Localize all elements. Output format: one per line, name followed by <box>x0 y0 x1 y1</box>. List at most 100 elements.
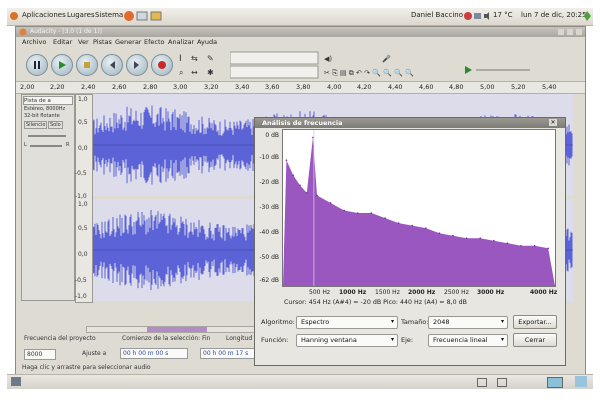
start-time-value: 00 h 00 m 00 s <box>123 350 169 357</box>
ruler-tick: 4,40 <box>388 83 403 91</box>
window-titlebar[interactable]: Audacity - [3.0 (1 de 1)] <box>16 27 585 37</box>
menu-generar[interactable]: Generar <box>115 38 141 46</box>
spectrum-point <box>329 202 332 204</box>
workspace-icon[interactable] <box>547 377 563 388</box>
y-tick-label: -30 dB <box>259 204 279 211</box>
menu-pistas[interactable]: Pistas <box>93 38 112 46</box>
stop-button[interactable] <box>76 54 98 76</box>
ruler-tick: 4,80 <box>449 83 464 91</box>
spectrum-point <box>292 174 294 177</box>
spectrum-point <box>479 237 481 239</box>
close-button[interactable]: Cerrar <box>513 333 557 347</box>
menu-editar[interactable]: Editar <box>53 38 72 46</box>
ruler-tick: 3,60 <box>265 83 280 91</box>
meter-toolbar[interactable] <box>230 51 320 79</box>
menu-efecto[interactable]: Efecto <box>144 38 165 46</box>
spectrum-plot[interactable] <box>282 129 556 287</box>
end-radio-label[interactable]: Fin <box>202 335 210 342</box>
foot-icon[interactable] <box>9 11 19 23</box>
project-rate-select[interactable]: 8000 <box>24 349 56 360</box>
ruler-tick: 3,40 <box>235 83 250 91</box>
leaf-icon[interactable] <box>583 10 592 24</box>
length-radio-label[interactable]: Longitud <box>226 335 252 342</box>
end-time-value: 00 h 00 m 17 s <box>203 350 249 357</box>
horizontal-scrollbar[interactable] <box>86 326 268 333</box>
menu-analizar[interactable]: Analizar <box>168 38 194 46</box>
axis-select[interactable]: Frecuencia lineal ▾ <box>428 334 508 347</box>
gain-slider[interactable] <box>28 135 66 137</box>
spectrum-point <box>306 192 308 194</box>
export-button[interactable]: Exportar... <box>513 315 557 329</box>
size-value: 2048 <box>433 318 450 326</box>
x-tick-label: 2500 Hz <box>444 289 469 296</box>
user-name[interactable]: Daniel Baccino <box>411 11 463 19</box>
menu-ver[interactable]: Ver <box>78 38 89 46</box>
size-select[interactable]: 2048 ▾ <box>428 316 508 329</box>
x-tick-label: 3000 Hz <box>477 289 505 296</box>
track-info-rate: Estéreo, 8000Hz <box>24 106 66 112</box>
frequency-analysis-dialog: Análisis de frecuencia ✕ 0 dB -10 dB -20… <box>254 117 566 366</box>
menu-ayuda[interactable]: Ayuda <box>197 38 217 46</box>
menu-applications[interactable]: Aplicaciones <box>22 11 66 19</box>
close-icon[interactable]: ✕ <box>549 119 557 126</box>
spectrum-point <box>452 234 454 237</box>
playback-speed-slider[interactable] <box>464 64 534 76</box>
y-tick-label: -10 dB <box>259 154 279 161</box>
workspace-icon[interactable] <box>477 378 487 387</box>
workspace-icon[interactable] <box>497 378 507 387</box>
dialog-titlebar[interactable]: Análisis de frecuencia ✕ <box>255 118 565 128</box>
ruler-tick: 2,80 <box>143 83 158 91</box>
solo-button[interactable]: Solo <box>48 121 63 129</box>
chevron-down-icon: ▾ <box>500 318 504 325</box>
track-name-dropdown[interactable]: Pista de a <box>23 96 73 105</box>
bottom-panel <box>7 374 593 389</box>
pan-right-label: R <box>66 142 70 148</box>
algorithm-label: Algoritmo: <box>261 318 295 326</box>
trash-icon[interactable] <box>575 376 587 387</box>
spectrum-point <box>285 159 288 161</box>
play-button[interactable] <box>51 54 73 76</box>
window-controls-icon[interactable] <box>557 28 583 36</box>
menu-system[interactable]: Sistema <box>95 11 123 19</box>
y-tick-label: -40 dB <box>259 229 279 236</box>
show-desktop-icon[interactable] <box>11 377 21 386</box>
algorithm-select[interactable]: Espectro ▾ <box>296 316 398 329</box>
pan-left-label: L <box>24 142 27 148</box>
temperature[interactable]: 17 °C <box>493 11 513 19</box>
x-tick-label: 2000 Hz <box>408 289 436 296</box>
window-title: Audacity - [3.0 (1 de 1)] <box>30 28 103 35</box>
edit-toolbar-icons[interactable]: ◀) 🎤 ✂ ⎘ ▤ ⧉ ↶ ↷ 🔍 🔍 🔍 🔍 <box>322 51 462 79</box>
axis-value: Frecuencia lineal <box>433 336 488 344</box>
track-info-format: 32-bit flotante <box>24 113 60 119</box>
skip-start-button[interactable] <box>101 54 123 76</box>
menu-archivo[interactable]: Archivo <box>22 38 46 46</box>
pause-button[interactable] <box>26 54 48 76</box>
tools-icon[interactable]: I ⇆ ✎ ⌕ ↔ ✱ <box>177 51 229 79</box>
dialog-title: Análisis de frecuencia <box>262 119 343 127</box>
ruler-tick: 2,20 <box>50 83 65 91</box>
chevron-down-icon: ▾ <box>390 318 394 325</box>
clock[interactable]: lun 7 de dic, 20:25 <box>521 11 587 19</box>
scale-label: -1,0 <box>75 293 87 300</box>
skip-end-button[interactable] <box>126 54 148 76</box>
tray-icons[interactable] <box>463 10 491 24</box>
spectrum-area <box>283 137 555 286</box>
spectrum-point <box>316 194 318 197</box>
svg-text:⌕: ⌕ <box>179 68 183 77</box>
launcher-icons[interactable] <box>123 10 167 24</box>
svg-text:⇆: ⇆ <box>191 54 198 63</box>
mute-button[interactable]: Silencio <box>24 121 48 129</box>
pan-slider[interactable] <box>30 145 62 147</box>
timeline-ruler[interactable]: 2,00 2,20 2,40 2,60 2,80 3,00 3,20 3,40 … <box>16 81 585 94</box>
spectrum-point <box>438 232 441 234</box>
function-select[interactable]: Hanning ventana ▾ <box>296 334 398 347</box>
spectrum-point <box>397 222 400 224</box>
selection-start-time[interactable]: 00 h 00 m 00 s <box>120 348 188 359</box>
ruler-tick: 5,40 <box>542 83 557 91</box>
scale-label: 1,0 <box>78 201 88 208</box>
scrollbar-thumb[interactable] <box>147 327 207 332</box>
record-button[interactable] <box>151 54 173 76</box>
selection-start-label: Comienzo de la selección: <box>122 335 201 342</box>
ruler-tick: 3,00 <box>173 83 188 91</box>
menu-places[interactable]: Lugares <box>67 11 95 19</box>
